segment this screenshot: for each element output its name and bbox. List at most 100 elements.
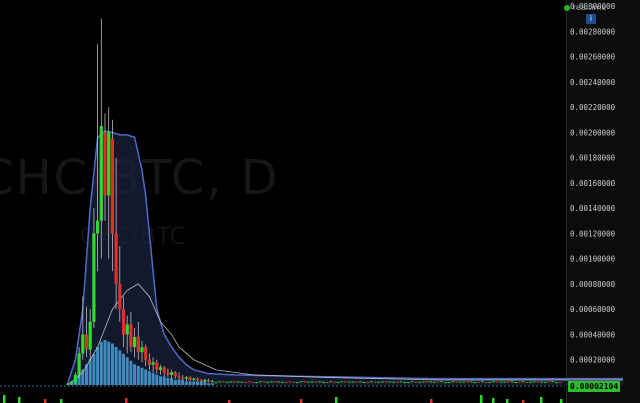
volume-spike: [480, 395, 483, 403]
candle-body: [540, 381, 543, 383]
y-tick-label: 0.00260000: [570, 53, 616, 62]
candle-body: [477, 381, 481, 383]
candle-body: [325, 382, 329, 384]
candle-body: [543, 381, 547, 383]
candle-body: [225, 381, 229, 383]
volume-bar: [92, 353, 96, 385]
volume-bar: [129, 360, 133, 385]
candle-body: [107, 132, 111, 196]
volume-spike: [430, 399, 433, 403]
y-tick-label: 0.00240000: [570, 78, 616, 87]
candle-body: [66, 383, 70, 385]
candle-body: [551, 381, 555, 383]
candle-body: [384, 381, 388, 383]
volume-bar: [125, 357, 129, 385]
volume-spike: [18, 397, 21, 403]
candle-body: [73, 374, 77, 383]
candle-body: [288, 381, 292, 383]
candle-body: [129, 324, 133, 348]
candle-body: [344, 381, 347, 383]
candle-body: [469, 381, 473, 383]
candle-body: [240, 381, 244, 383]
y-tick-label: 0.00020000: [570, 356, 616, 365]
candle-body: [536, 381, 540, 383]
volume-bar: [88, 359, 92, 385]
volume-bar: [188, 381, 192, 385]
volume-spike: [540, 397, 543, 403]
candle-body: [173, 372, 177, 377]
candle-body: [99, 126, 103, 221]
candle-body: [236, 381, 240, 383]
candle-body: [481, 381, 484, 383]
candle-body: [466, 381, 469, 383]
candle-body: [518, 381, 521, 383]
candle-body: [233, 381, 236, 383]
candle-body: [488, 381, 492, 383]
candle-body: [492, 381, 495, 383]
volume-spike: [335, 397, 338, 403]
volume-spike: [44, 399, 47, 403]
candle-body: [281, 381, 284, 383]
candle-body: [247, 381, 251, 383]
chart-root[interactable]: CHC/BTC, D CHC/BTC 0.003000000.002800000…: [0, 0, 640, 403]
candle-body: [358, 381, 362, 383]
candle-body: [436, 381, 440, 383]
candle-body: [284, 381, 288, 383]
candle-body: [321, 381, 325, 383]
candle-body: [377, 381, 381, 383]
candle-body: [121, 309, 126, 335]
volume-spike: [300, 399, 303, 403]
volume-bar: [147, 371, 151, 385]
y-tick-label: 0.00080000: [570, 280, 616, 289]
y-tick-label: 0.00100000: [570, 255, 616, 264]
candle-body: [133, 336, 137, 348]
candle-body: [432, 381, 436, 383]
candle-body: [440, 381, 444, 383]
volume-bar: [159, 376, 162, 385]
candle-body: [199, 379, 203, 382]
volume-bar: [114, 346, 118, 385]
status-dot: [564, 4, 570, 11]
candle-body: [351, 381, 355, 383]
volume-bar: [155, 374, 159, 385]
candlestick-chart[interactable]: 0.003000000.002800000.002600000.00240000…: [0, 0, 640, 403]
candle-body: [114, 233, 118, 284]
volume-bar: [181, 379, 185, 385]
candle-body: [262, 381, 266, 383]
candle-body: [399, 381, 403, 383]
info-icon[interactable]: i: [586, 14, 596, 24]
volume-spike: [506, 399, 509, 403]
volume-bar: [133, 364, 137, 385]
candle-body: [303, 381, 307, 383]
candle-body: [244, 381, 247, 383]
candle-body: [140, 347, 144, 353]
realtime-label: realtime: [573, 3, 607, 12]
y-tick-label: 0.00060000: [570, 305, 616, 314]
candle-body: [407, 382, 410, 384]
volume-bar: [122, 353, 125, 385]
volume-spike: [60, 399, 63, 403]
candle-body: [273, 381, 277, 383]
candle-body: [103, 132, 107, 196]
candle-body: [270, 381, 273, 383]
candle-body: [166, 372, 170, 375]
volume-bar: [210, 383, 214, 385]
y-tick-label: 0.00220000: [570, 103, 616, 112]
candle-body: [503, 381, 506, 383]
candle-body: [418, 381, 421, 383]
candle-body: [366, 382, 370, 384]
candle-body: [188, 377, 192, 380]
y-tick-label: 0.00140000: [570, 204, 616, 213]
candle-body: [184, 377, 188, 379]
candle-body: [277, 381, 281, 383]
y-tick-label: 0.00200000: [570, 128, 616, 137]
candle-body: [96, 220, 100, 234]
volume-bar: [162, 376, 166, 385]
candle-body: [136, 336, 140, 353]
candle-body: [92, 233, 96, 322]
candle-body: [484, 382, 488, 384]
candle-body: [362, 381, 366, 383]
volume-bar: [177, 379, 181, 385]
candle-body: [77, 353, 81, 375]
volume-bar: [118, 350, 122, 385]
